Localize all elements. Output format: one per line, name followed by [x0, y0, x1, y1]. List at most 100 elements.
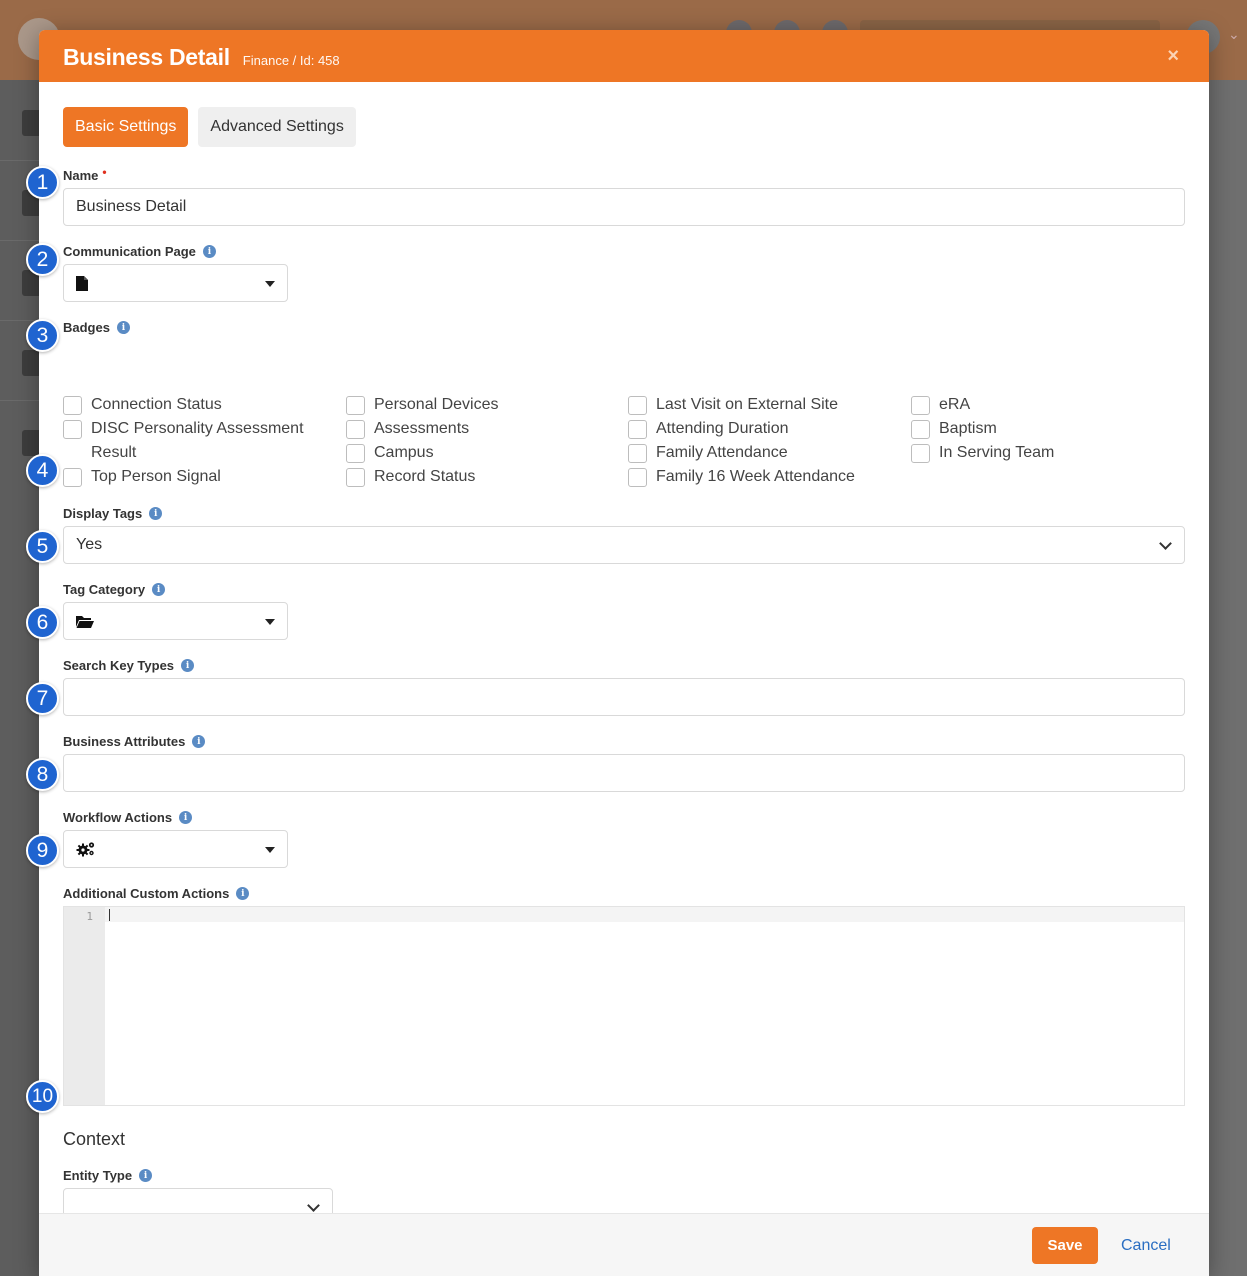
badge-top-person-signal[interactable]: Top Person Signal [63, 467, 221, 489]
modal-subtitle: Finance / Id: 458 [242, 53, 340, 68]
display-tags-label-text: Display Tags [63, 506, 143, 521]
badge-baptism[interactable]: Baptism [911, 419, 997, 441]
tab-basic-settings[interactable]: Basic Settings [63, 107, 189, 147]
search-key-types-label: Search Key Types i [63, 658, 195, 673]
checkbox[interactable] [346, 420, 365, 439]
communication-page-label-text: Communication Page [63, 244, 196, 259]
additional-custom-actions-label: Additional Custom Actions i [63, 886, 250, 901]
badge-assessments[interactable]: Assessments [346, 419, 469, 441]
badge-connection-status[interactable]: Connection Status [63, 395, 222, 417]
badge-label: Connection Status [91, 396, 222, 413]
checkbox[interactable] [628, 444, 647, 463]
badge-record-status[interactable]: Record Status [346, 467, 475, 489]
caret-down-icon [265, 281, 275, 287]
checkbox[interactable] [346, 444, 365, 463]
badge-campus[interactable]: Campus [346, 443, 434, 465]
info-icon[interactable]: i [152, 583, 166, 596]
checkbox[interactable] [911, 444, 930, 463]
badge-label: In Serving Team [939, 444, 1055, 461]
name-input[interactable]: Business Detail [63, 188, 1185, 226]
search-key-types-input[interactable] [63, 678, 1185, 716]
badge-personal-devices[interactable]: Personal Devices [346, 395, 499, 417]
tab-advanced-settings[interactable]: Advanced Settings [198, 107, 356, 147]
checkbox[interactable] [63, 420, 82, 439]
modal-footer: Save Cancel [39, 1213, 1209, 1276]
checkbox[interactable] [628, 396, 647, 415]
checkbox[interactable] [628, 420, 647, 439]
badges-checkbox-list: Connection Status DISC Personality Asses… [63, 393, 1185, 489]
name-label: Name • [63, 164, 107, 184]
badge-label: Family 16 Week Attendance [656, 468, 855, 485]
checkbox[interactable] [63, 468, 82, 487]
checkbox[interactable] [346, 396, 365, 415]
checkbox[interactable] [628, 468, 647, 487]
display-tags-select[interactable]: Yes [63, 526, 1185, 564]
checkbox[interactable] [911, 396, 930, 415]
info-icon[interactable]: i [139, 1169, 153, 1182]
callout-9: 9 [26, 834, 59, 867]
badge-label: eRA [939, 396, 971, 413]
entity-type-label-text: Entity Type [63, 1168, 133, 1183]
workflow-actions-label: Workflow Actions i [63, 810, 193, 825]
info-icon[interactable]: i [116, 321, 130, 334]
badge-in-serving-team[interactable]: In Serving Team [911, 443, 1054, 465]
info-icon[interactable]: i [179, 811, 193, 824]
callout-7: 7 [26, 682, 59, 715]
callout-8: 8 [26, 758, 59, 791]
chevron-down-icon [307, 1199, 320, 1212]
badge-disc-personality[interactable]: DISC Personality Assessment Result [63, 419, 313, 465]
code-editor[interactable]: 1 [63, 906, 1185, 1106]
info-icon[interactable]: i [181, 659, 195, 672]
caret-down-icon [265, 847, 275, 853]
info-icon[interactable]: i [149, 507, 163, 520]
display-tags-value: Yes [76, 536, 103, 553]
tag-category-picker[interactable] [63, 602, 288, 640]
checkbox[interactable] [911, 420, 930, 439]
badge-era[interactable]: eRA [911, 395, 970, 417]
badge-label: Assessments [374, 420, 470, 437]
editor-gutter: 1 [64, 907, 105, 1105]
badge-attending-duration[interactable]: Attending Duration [628, 419, 789, 441]
callout-10: 10 [26, 1080, 59, 1113]
entity-type-label: Entity Type i [63, 1168, 153, 1183]
chevron-down-icon [1159, 537, 1172, 550]
tag-category-label: Tag Category i [63, 582, 166, 597]
info-icon[interactable]: i [236, 887, 250, 900]
modal-title: Business Detail [63, 44, 230, 70]
badge-family-attendance[interactable]: Family Attendance [628, 443, 788, 465]
business-attributes-input[interactable] [63, 754, 1185, 792]
callout-4: 4 [26, 454, 59, 487]
badge-family-16-week-attendance[interactable]: Family 16 Week Attendance [628, 467, 855, 489]
line-number: 1 [86, 910, 93, 923]
badges-label-text: Badges [63, 320, 110, 335]
workflow-actions-picker[interactable] [63, 830, 288, 868]
context-heading: Context [63, 1129, 126, 1149]
close-icon[interactable]: × [1167, 45, 1179, 68]
badge-label: Attending Duration [656, 420, 789, 437]
active-line-highlight [105, 907, 1184, 922]
display-tags-label: Display Tags i [63, 506, 163, 521]
callout-1: 1 [26, 166, 59, 199]
badge-label: Personal Devices [374, 396, 499, 413]
badge-label: Last Visit on External Site [656, 396, 839, 413]
gears-icon [76, 842, 95, 857]
save-button[interactable]: Save [1032, 1227, 1098, 1264]
badge-label: Record Status [374, 468, 476, 485]
badge-label: Family Attendance [656, 444, 788, 461]
callout-5: 5 [26, 530, 59, 563]
communication-page-picker[interactable] [63, 264, 288, 302]
badge-last-visit-external-site[interactable]: Last Visit on External Site [628, 395, 838, 417]
checkbox[interactable] [63, 396, 82, 415]
modal-header: Business Detail Finance / Id: 458 × [39, 30, 1209, 82]
info-icon[interactable]: i [192, 735, 206, 748]
business-detail-modal: Business Detail Finance / Id: 458 × Basi… [39, 30, 1209, 1276]
callout-3: 3 [26, 319, 59, 352]
additional-custom-actions-label-text: Additional Custom Actions [63, 886, 230, 901]
info-icon[interactable]: i [202, 245, 216, 258]
required-indicator: • [102, 164, 107, 179]
badge-label: DISC Personality Assessment Result [91, 420, 304, 461]
checkbox[interactable] [346, 468, 365, 487]
cancel-button[interactable]: Cancel [1121, 1237, 1171, 1255]
caret-down-icon [265, 619, 275, 625]
text-cursor [109, 909, 110, 921]
